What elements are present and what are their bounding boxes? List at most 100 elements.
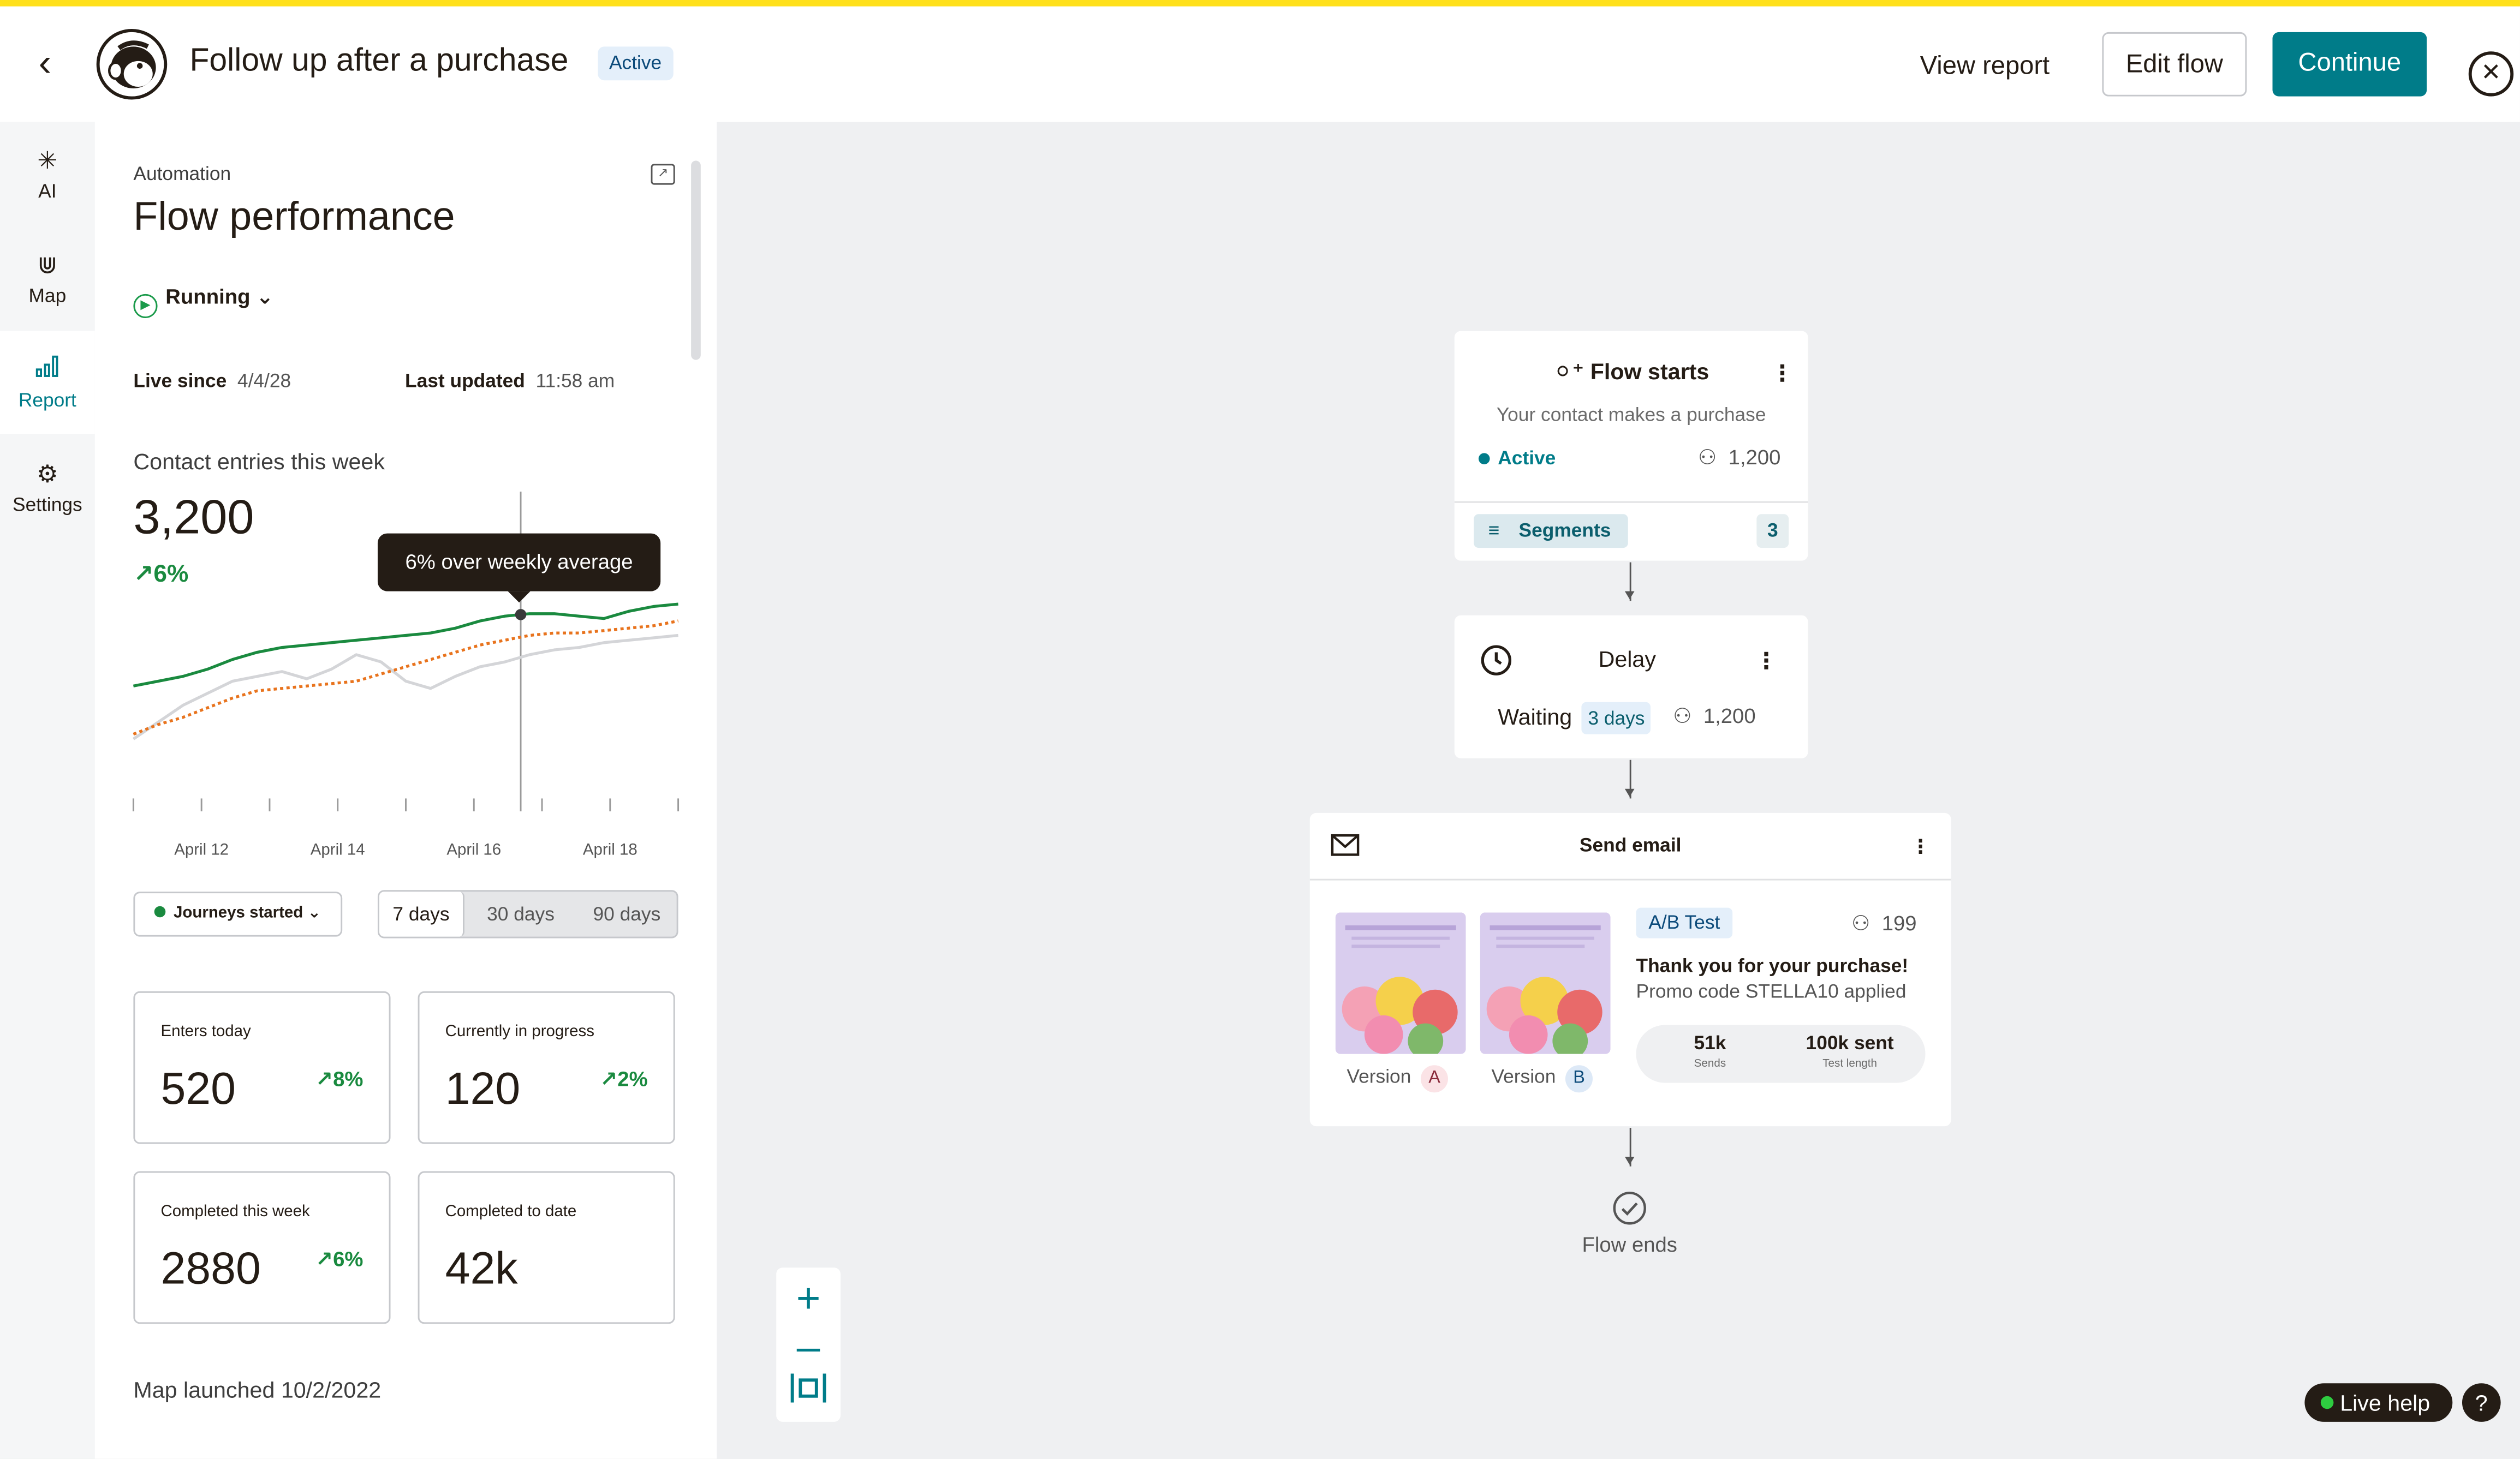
x-tick-label: April 14 [311,840,365,858]
stat-card-value: 2880 [160,1243,261,1294]
live-since: Live since 4/4/28 [133,369,291,392]
contacts-icon: ⚇ [1698,445,1717,469]
live-help-button[interactable]: Live help [2304,1383,2453,1422]
range-90-days[interactable]: 90 days [574,892,680,936]
rail-item-map[interactable]: ⋓ Map [0,226,95,329]
flow-start-subtitle: Your contact makes a purchase [1496,403,1766,426]
legend-dot [154,906,166,918]
live-help-label: Live help [2340,1389,2430,1416]
ab-test-chip: A/B Test [1636,907,1733,938]
more-options-icon[interactable]: ⋮ [1911,835,1930,858]
segments-row: ≡ Segments 3 [1455,492,1808,561]
view-report-button[interactable]: View report [1893,35,2077,100]
stat-card-delta-value: 6% [333,1246,364,1271]
stat-card-completed-to-date: Completed to date 42k [418,1171,675,1324]
sparkle-icon: ✳ [37,147,58,175]
fit-to-screen-icon[interactable] [776,1371,841,1413]
live-since-value: 4/4/28 [237,369,291,392]
edit-flow-button[interactable]: Edit flow [2102,32,2247,97]
rail-label: Settings [13,493,82,516]
email-preview: Promo code STELLA10 applied [1636,980,1907,1003]
email-stats: 51k Sends 100k sent Test length [1636,1025,1926,1083]
stat-card-value: 520 [160,1063,236,1114]
metric-dropdown[interactable]: Journeys started ⌄ [133,892,343,937]
metric-dropdown-label: Journeys started [174,904,303,923]
stat-card-delta-value: 2% [617,1067,648,1091]
version-a-label: Version A [1347,1065,1449,1093]
delay-title: Delay [1598,645,1656,672]
stat-card-enters-today: Enters today 520 ↗8% [133,991,391,1144]
sends-value: 51k [1694,1031,1726,1054]
flow-start-node[interactable]: ⚪⁺ Flow starts ⋮ Your contact makes a pu… [1454,331,1808,561]
series-line-2 [132,633,678,740]
segments-chip[interactable]: ≡ Segments [1474,514,1628,548]
divider [1309,878,1951,881]
live-since-label: Live since [133,369,227,392]
version-b-badge: B [1565,1065,1593,1093]
range-segmented-control: 7 days 30 days 90 days [377,890,680,938]
email-subject: Thank you for your purchase! [1636,954,1909,977]
delay-node[interactable]: Delay ⋮ Waiting 3 days ⚇ 1,200 [1454,615,1808,758]
play-icon: ▶ [133,294,158,319]
app-screen: ‹ Follow up after a purchase Active View… [0,0,2520,1459]
email-thumbnail-a[interactable] [1335,912,1466,1054]
connector-arrow [1624,562,1635,601]
stat-card-delta: ↗8% [315,1067,364,1091]
chart-tooltip: 6% over weekly average [377,533,661,603]
check-circle-icon [1612,1191,1647,1234]
contacts-icon: ⚇ [1851,911,1870,935]
rail-label: AI [38,180,57,203]
panel-scrollbar[interactable] [691,160,701,360]
send-email-node[interactable]: Send email ⋮ Version A Version B A/B Test … [1309,812,1951,1127]
last-updated-value: 11:58 am [535,369,615,392]
flow-start-status: Active [1478,446,1556,469]
test-length-value: 100k sent [1806,1031,1894,1054]
email-thumbnail-b[interactable] [1480,912,1611,1054]
gear-icon: ⚙ [37,461,58,489]
panel-eyebrow: Automation [133,162,231,185]
range-30-days[interactable]: 30 days [468,892,574,936]
rail-item-ai[interactable]: ✳ AI [0,122,95,225]
chevron-down-icon: ⌄ [256,284,274,309]
status-label: Running [165,284,251,309]
stat-card-delta: ↗2% [600,1067,648,1091]
stat-card-label: Enters today [160,1023,251,1042]
version-label: Version [1491,1065,1556,1088]
connector-arrow [1624,1128,1635,1167]
contacts-icon: ⚇ [1673,703,1692,728]
chevron-down-icon: ⌄ [307,904,321,923]
zoom-in-icon[interactable]: + [776,1274,841,1322]
flow-start-title-text: Flow starts [1590,358,1709,384]
flow-start-status-text: Active [1498,446,1556,469]
continue-button[interactable]: Continue [2272,32,2427,97]
more-options-icon[interactable]: ⋮ [1755,649,1777,672]
status-dropdown[interactable]: ▶ Running ⌄ [133,284,274,319]
filter-icon: ≡ [1488,519,1500,542]
connector-arrow [1624,760,1635,799]
delay-count-value: 1,200 [1703,703,1756,728]
stat-card-delta-value: 8% [333,1067,364,1091]
close-icon[interactable]: ✕ [2468,51,2514,97]
x-tick-label: April 18 [583,840,638,858]
rail-item-report[interactable]: Report [0,331,95,434]
email-count: ⚇ 199 [1851,911,1917,937]
last-updated-label: Last updated [405,369,525,392]
range-7-days[interactable]: 7 days [379,892,464,937]
delay-count: ⚇ 1,200 [1673,704,1755,730]
expand-icon[interactable]: ↗ [651,164,675,185]
zoom-controls: + – [776,1267,841,1422]
stat-card-label: Currently in progress [445,1023,594,1042]
map-launched-text: Map launched 10/2/2022 [133,1377,382,1403]
version-b-label: Version B [1491,1065,1593,1093]
flow-start-count-value: 1,200 [1728,445,1781,469]
zoom-out-icon[interactable]: – [776,1322,841,1370]
email-count-value: 199 [1881,911,1917,935]
brand-stripe [0,0,2520,7]
back-arrow-icon[interactable]: ‹ [22,42,67,87]
rail-item-settings[interactable]: ⚙ Settings [0,435,95,538]
more-options-icon[interactable]: ⋮ [1771,362,1794,384]
test-length-label: Test length [1822,1059,1877,1071]
top-header: ‹ Follow up after a purchase Active View… [0,6,2520,122]
help-question-icon[interactable]: ? [2462,1383,2501,1422]
waiting-chip: 3 days [1581,702,1652,734]
